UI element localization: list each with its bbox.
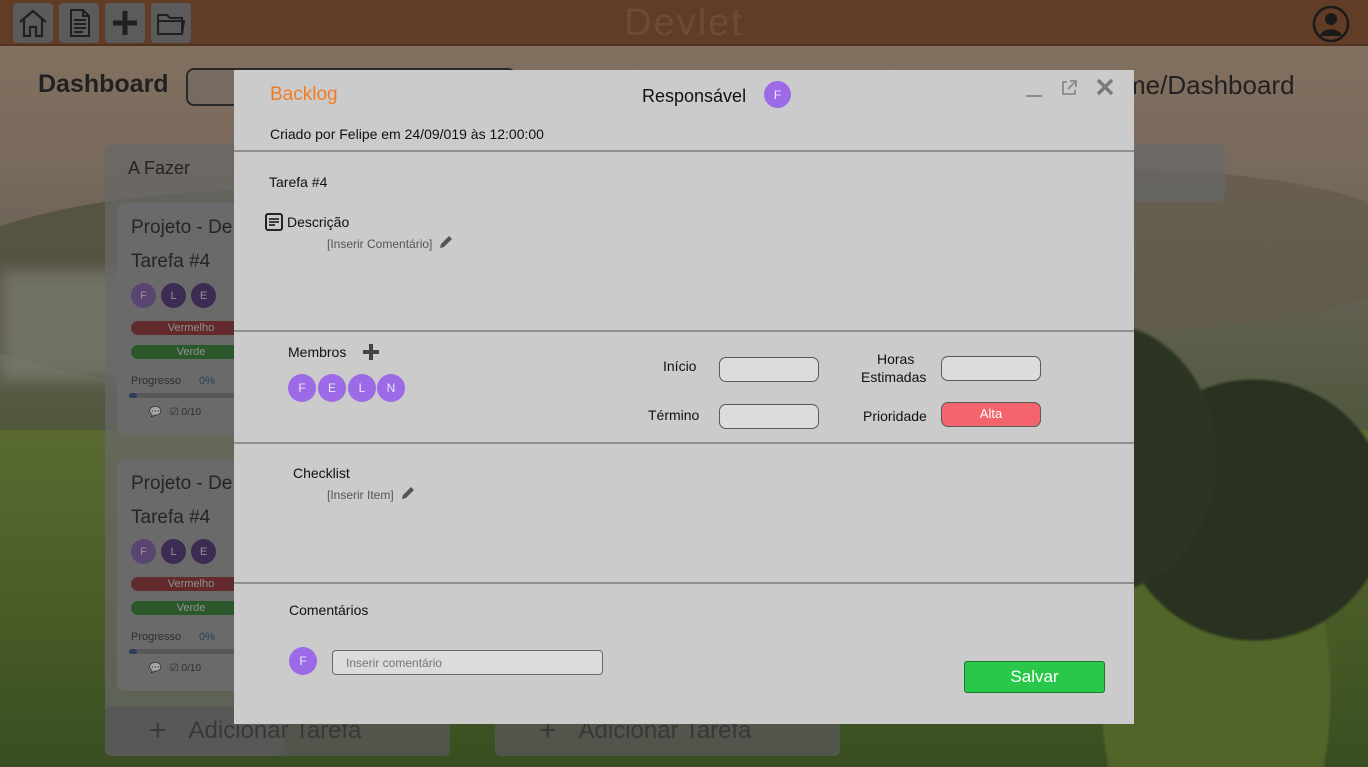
divider bbox=[234, 582, 1134, 584]
member-avatar[interactable]: E bbox=[318, 374, 346, 402]
save-button[interactable]: Salvar bbox=[964, 661, 1105, 693]
divider bbox=[234, 150, 1134, 152]
start-label: Início bbox=[663, 358, 697, 374]
divider bbox=[234, 442, 1134, 444]
close-icon[interactable] bbox=[1096, 78, 1114, 96]
add-member-icon[interactable] bbox=[362, 343, 380, 361]
end-date-input[interactable] bbox=[719, 404, 819, 429]
task-title: Tarefa #4 bbox=[269, 174, 328, 190]
created-by: Criado por Felipe em 24/09/019 às 12:00:… bbox=[270, 126, 544, 142]
end-label: Término bbox=[648, 407, 700, 423]
responsible-avatar[interactable]: F bbox=[764, 81, 791, 108]
minimize-icon[interactable] bbox=[1025, 88, 1043, 100]
divider bbox=[234, 330, 1134, 332]
checklist-label: Checklist bbox=[293, 465, 350, 481]
edit-pencil-icon[interactable] bbox=[400, 485, 416, 501]
hours-label-1: Horas bbox=[877, 351, 915, 367]
member-avatar[interactable]: F bbox=[288, 374, 316, 402]
list-name: Backlog bbox=[270, 84, 338, 105]
member-avatar[interactable]: L bbox=[348, 374, 376, 402]
description-icon bbox=[265, 213, 283, 231]
comments-label: Comentários bbox=[289, 602, 369, 618]
start-date-input[interactable] bbox=[719, 357, 819, 382]
member-avatar[interactable]: N bbox=[377, 374, 405, 402]
members-label: Membros bbox=[288, 344, 347, 360]
comment-input[interactable] bbox=[332, 650, 603, 675]
external-link-icon[interactable] bbox=[1060, 79, 1078, 97]
priority-select[interactable]: Alta bbox=[941, 402, 1041, 427]
edit-pencil-icon[interactable] bbox=[438, 234, 454, 250]
priority-label: Prioridade bbox=[863, 408, 927, 424]
description-label: Descrição bbox=[287, 214, 350, 230]
comment-avatar: F bbox=[289, 647, 317, 675]
responsible-label: Responsável bbox=[642, 86, 747, 106]
estimated-hours-input[interactable] bbox=[941, 356, 1041, 381]
task-modal: Backlog Responsável F Criado por Felipe … bbox=[234, 70, 1134, 724]
checklist-input[interactable]: [Inserir Item] bbox=[327, 488, 394, 502]
description-input[interactable]: [Inserir Comentário] bbox=[327, 237, 432, 251]
hours-label-2: Estimadas bbox=[861, 369, 927, 385]
